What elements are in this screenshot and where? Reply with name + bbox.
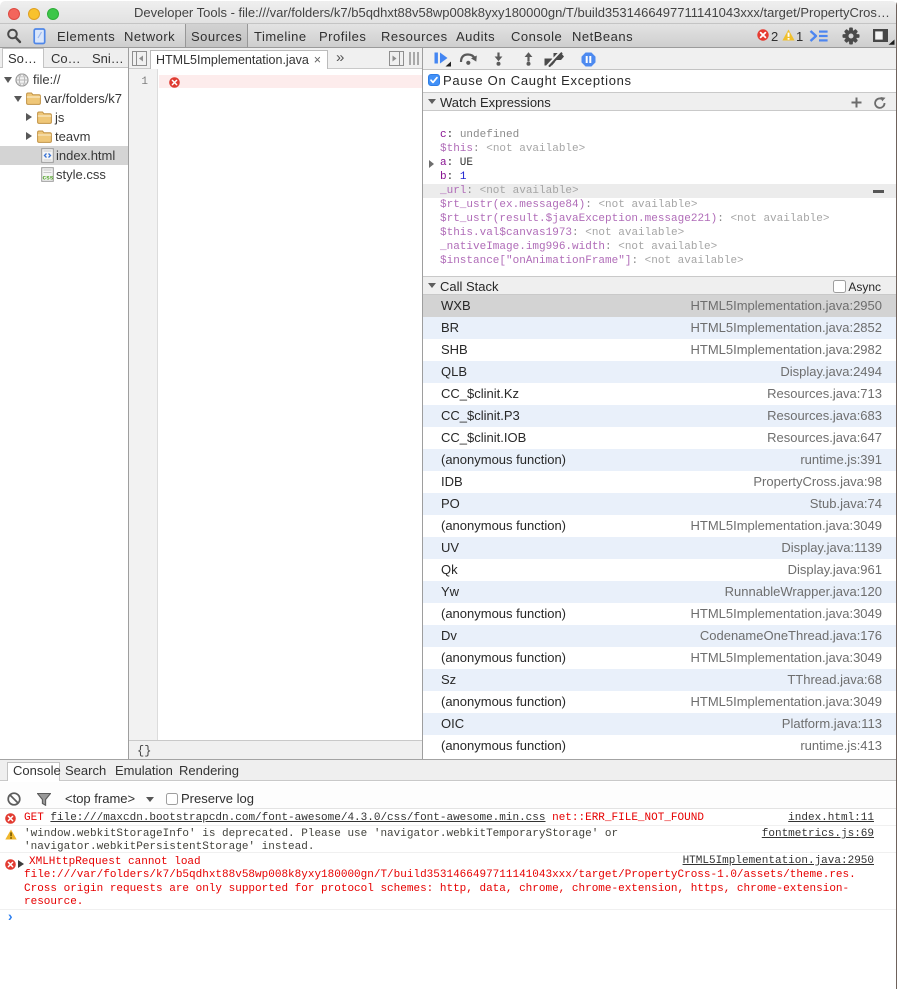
svg-text:css: css bbox=[43, 175, 54, 182]
